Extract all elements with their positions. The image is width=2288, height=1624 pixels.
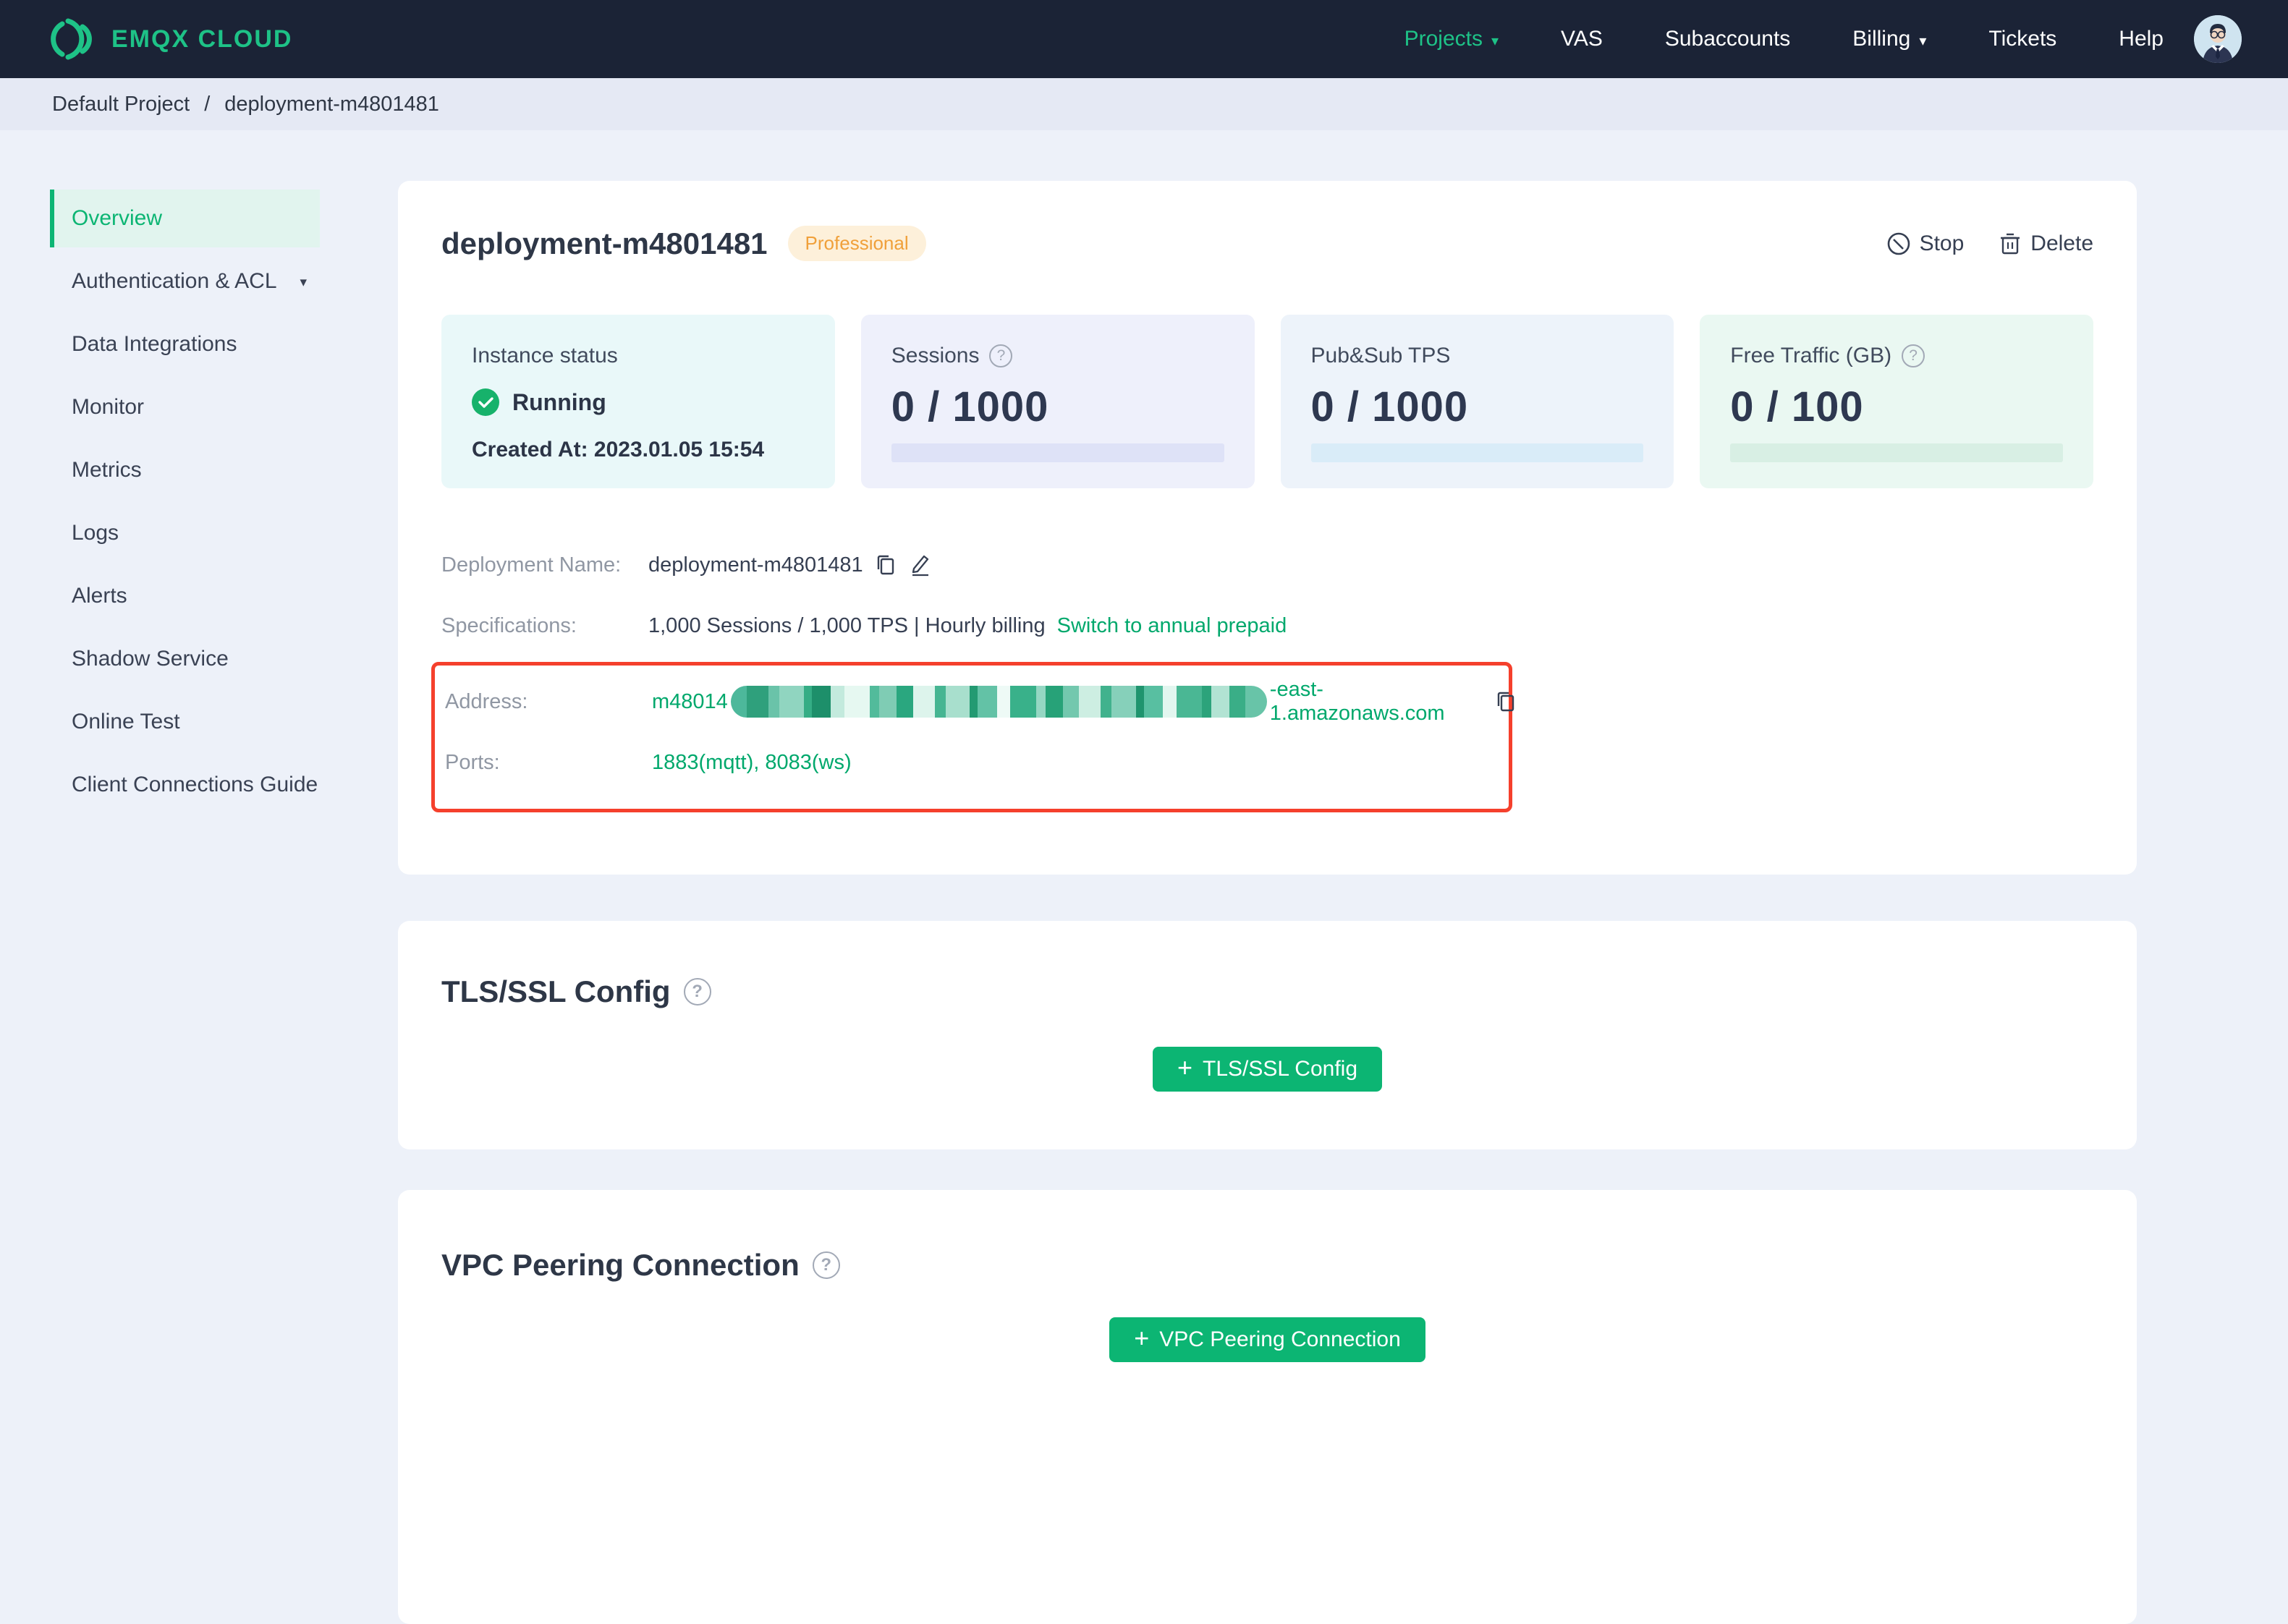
sidebar-item-alerts[interactable]: Alerts xyxy=(50,567,320,625)
address-prefix: m48014 xyxy=(652,689,728,713)
breadcrumb-current: deployment-m4801481 xyxy=(224,92,439,116)
vpc-peering-title: VPC Peering Connection xyxy=(441,1248,800,1282)
sidebar: Overview Authentication & ACL ▾ Data Int… xyxy=(0,130,398,1624)
running-check-icon xyxy=(472,388,499,416)
sessions-value: 0 / 1000 xyxy=(891,383,1049,430)
plan-badge: Professional xyxy=(787,226,926,261)
delete-button[interactable]: Delete xyxy=(1999,231,2093,256)
sidebar-item-overview[interactable]: Overview xyxy=(50,190,320,247)
ports-label: Ports: xyxy=(445,750,500,774)
address-label: Address: xyxy=(445,689,528,713)
stop-icon xyxy=(1886,231,1911,256)
pubsub-progress-bar xyxy=(1310,443,1644,462)
instance-status-value: Running xyxy=(512,388,606,415)
help-icon[interactable]: ? xyxy=(812,1251,840,1279)
add-tls-ssl-config-button[interactable]: + TLS/SSL Config xyxy=(1152,1047,1383,1092)
emqx-logo-icon xyxy=(48,17,96,61)
copy-icon[interactable] xyxy=(875,553,897,577)
nav-tickets[interactable]: Tickets xyxy=(1988,27,2056,51)
created-at: Created At: 2023.01.05 15:54 xyxy=(472,438,765,462)
nav-menu: Projects ▾ VAS Subaccounts Billing ▾ Tic… xyxy=(1404,27,2164,51)
free-traffic-card: Free Traffic (GB) ? 0 / 100 xyxy=(1700,315,2093,488)
help-icon[interactable]: ? xyxy=(683,978,711,1006)
specifications-value: 1,000 Sessions / 1,000 TPS | Hourly bill… xyxy=(648,613,1046,637)
sidebar-item-metrics[interactable]: Metrics xyxy=(50,441,320,499)
trash-icon xyxy=(1999,231,2022,256)
sidebar-item-data-integrations[interactable]: Data Integrations xyxy=(50,315,320,373)
emqx-logo[interactable]: EMQX CLOUD xyxy=(48,17,292,61)
nav-help[interactable]: Help xyxy=(2119,27,2164,51)
edit-icon[interactable] xyxy=(908,553,931,577)
page: EMQX CLOUD Projects ▾ VAS Subaccounts Bi… xyxy=(0,0,2288,1624)
add-vpc-peering-button[interactable]: + VPC Peering Connection xyxy=(1109,1317,1425,1362)
sessions-progress-bar xyxy=(891,443,1224,462)
user-avatar[interactable] xyxy=(2194,15,2242,63)
switch-annual-prepaid-link[interactable]: Switch to annual prepaid xyxy=(1057,614,1287,638)
pubsub-tps-card: Pub&Sub TPS 0 / 1000 xyxy=(1280,315,1674,488)
chevron-down-icon: ▾ xyxy=(1919,33,1927,49)
tls-ssl-title: TLS/SSL Config xyxy=(441,974,671,1008)
deployment-title: deployment-m4801481 xyxy=(441,226,768,260)
deployment-name-row: Deployment Name: deployment-m4801481 xyxy=(441,535,2093,595)
address-suffix: -east-1.amazonaws.com xyxy=(1269,678,1445,725)
free-traffic-progress-bar xyxy=(1730,443,2063,462)
deployment-name-label: Deployment Name: xyxy=(441,553,622,577)
address-highlight-box: Address: m48014 -east-1.amazonaws.com Po… xyxy=(431,662,1514,812)
pubsub-tps-value: 0 / 1000 xyxy=(1310,383,1469,430)
sidebar-item-logs[interactable]: Logs xyxy=(50,504,320,562)
chevron-down-icon: ▾ xyxy=(300,275,307,290)
sidebar-item-shadow-service[interactable]: Shadow Service xyxy=(50,630,320,688)
vpc-peering-section: VPC Peering Connection ? + VPC Peering C… xyxy=(398,1190,2137,1624)
breadcrumb-separator: / xyxy=(204,92,211,116)
sidebar-item-authentication-acl[interactable]: Authentication & ACL ▾ xyxy=(50,252,320,310)
nav-projects[interactable]: Projects ▾ xyxy=(1404,27,1499,51)
ports-row: Ports: 1883(mqtt), 8083(ws) xyxy=(445,732,1509,793)
specifications-row: Specifications: 1,000 Sessions / 1,000 T… xyxy=(441,595,2093,656)
breadcrumb: Default Project / deployment-m4801481 xyxy=(0,78,2288,130)
instance-status-card: Instance status Running Created At: 2023… xyxy=(441,315,835,488)
copy-icon[interactable] xyxy=(1495,690,1517,713)
sidebar-item-client-connections-guide[interactable]: Client Connections Guide xyxy=(50,756,320,814)
sessions-card: Sessions ? 0 / 1000 xyxy=(860,315,1255,488)
deployment-overview-card: deployment-m4801481 Professional Stop De… xyxy=(398,181,2137,875)
ports-value: 1883(mqtt), 8083(ws) xyxy=(652,750,852,774)
help-icon[interactable]: ? xyxy=(989,344,1013,367)
deployment-name-value: deployment-m4801481 xyxy=(648,553,863,577)
free-traffic-value: 0 / 100 xyxy=(1730,383,1864,430)
nav-vas[interactable]: VAS xyxy=(1561,27,1603,51)
address-redacted xyxy=(730,686,1267,718)
specifications-label: Specifications: xyxy=(441,613,577,637)
help-icon[interactable]: ? xyxy=(1902,344,1925,367)
tls-ssl-section: TLS/SSL Config ? + TLS/SSL Config xyxy=(398,921,2137,1149)
sidebar-item-monitor[interactable]: Monitor xyxy=(50,378,320,436)
brand-name: EMQX CLOUD xyxy=(111,25,293,53)
stop-button[interactable]: Stop xyxy=(1886,231,1964,256)
chevron-down-icon: ▾ xyxy=(1491,33,1499,49)
nav-subaccounts[interactable]: Subaccounts xyxy=(1665,27,1790,51)
nav-billing[interactable]: Billing ▾ xyxy=(1852,27,1926,51)
top-navbar: EMQX CLOUD Projects ▾ VAS Subaccounts Bi… xyxy=(0,0,2288,78)
address-row: Address: m48014 -east-1.amazonaws.com xyxy=(445,671,1514,732)
main-content: deployment-m4801481 Professional Stop De… xyxy=(398,130,2137,1624)
breadcrumb-project[interactable]: Default Project xyxy=(52,93,190,116)
sidebar-item-online-test[interactable]: Online Test xyxy=(50,693,320,751)
